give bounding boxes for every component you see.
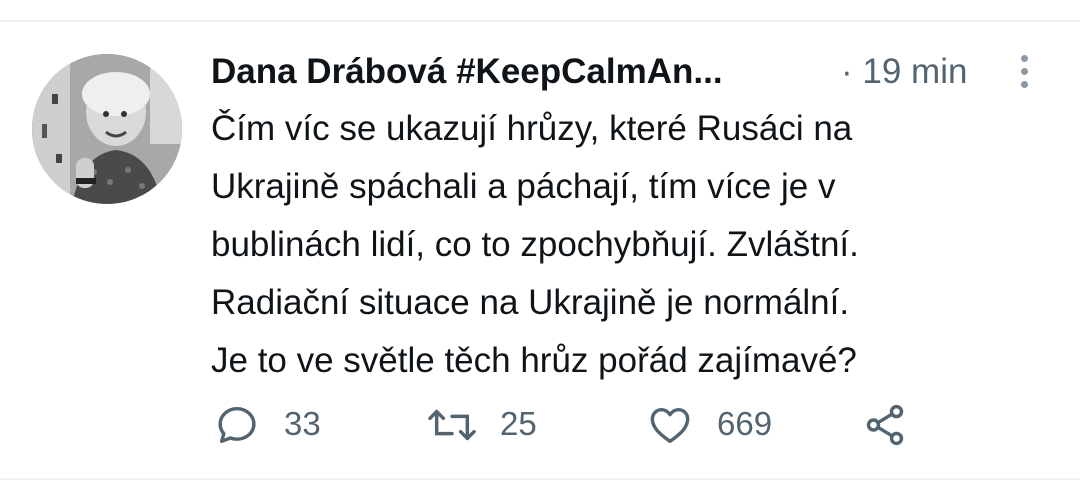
retweet-icon (428, 409, 476, 441)
retweet-button[interactable]: 25 (427, 394, 547, 454)
tweet-text-line: Radiační situace na Ukrajině je normální… (211, 283, 850, 322)
reply-icon (218, 406, 256, 444)
author-display-name[interactable]: Dana Drábová #KeepCalmAn... (211, 50, 723, 94)
tweet-header: Dana Drábová #KeepCalmAn... · 19 min (211, 50, 1051, 94)
more-vertical-icon (1021, 55, 1028, 62)
reply-count: 33 (284, 405, 321, 442)
profile-photo (32, 54, 182, 204)
tweet-text-line: bublinách lidí, co to zpochybňují. Zvláš… (211, 225, 859, 264)
avatar[interactable] (32, 54, 182, 204)
tweet-text-line: Ukrajině spáchali a páchají, tím více je… (211, 167, 836, 206)
tweet[interactable]: Dana Drábová #KeepCalmAn... · 19 min Čím… (0, 22, 1080, 478)
like-count: 669 (717, 405, 773, 442)
tweet-text-line: Čím víc se ukazují hrůzy, které Rusáci n… (211, 109, 853, 148)
heart-icon (650, 407, 690, 444)
reply-button[interactable]: 33 (214, 394, 334, 454)
more-button[interactable] (1011, 52, 1041, 92)
share-button[interactable] (862, 394, 912, 454)
retweet-count: 25 (500, 405, 537, 442)
bottom-divider (0, 478, 1080, 480)
tweet-timestamp[interactable]: · 19 min (841, 50, 967, 94)
tweet-actions: 33 25 669 (0, 394, 1080, 454)
tweet-text: Čím víc se ukazují hrůzy, které Rusáci n… (211, 100, 1051, 390)
like-button[interactable]: 669 (647, 394, 787, 454)
share-icon (866, 404, 904, 446)
tweet-text-line: Je to ve světle těch hrůz pořád zajímavé… (211, 341, 857, 380)
